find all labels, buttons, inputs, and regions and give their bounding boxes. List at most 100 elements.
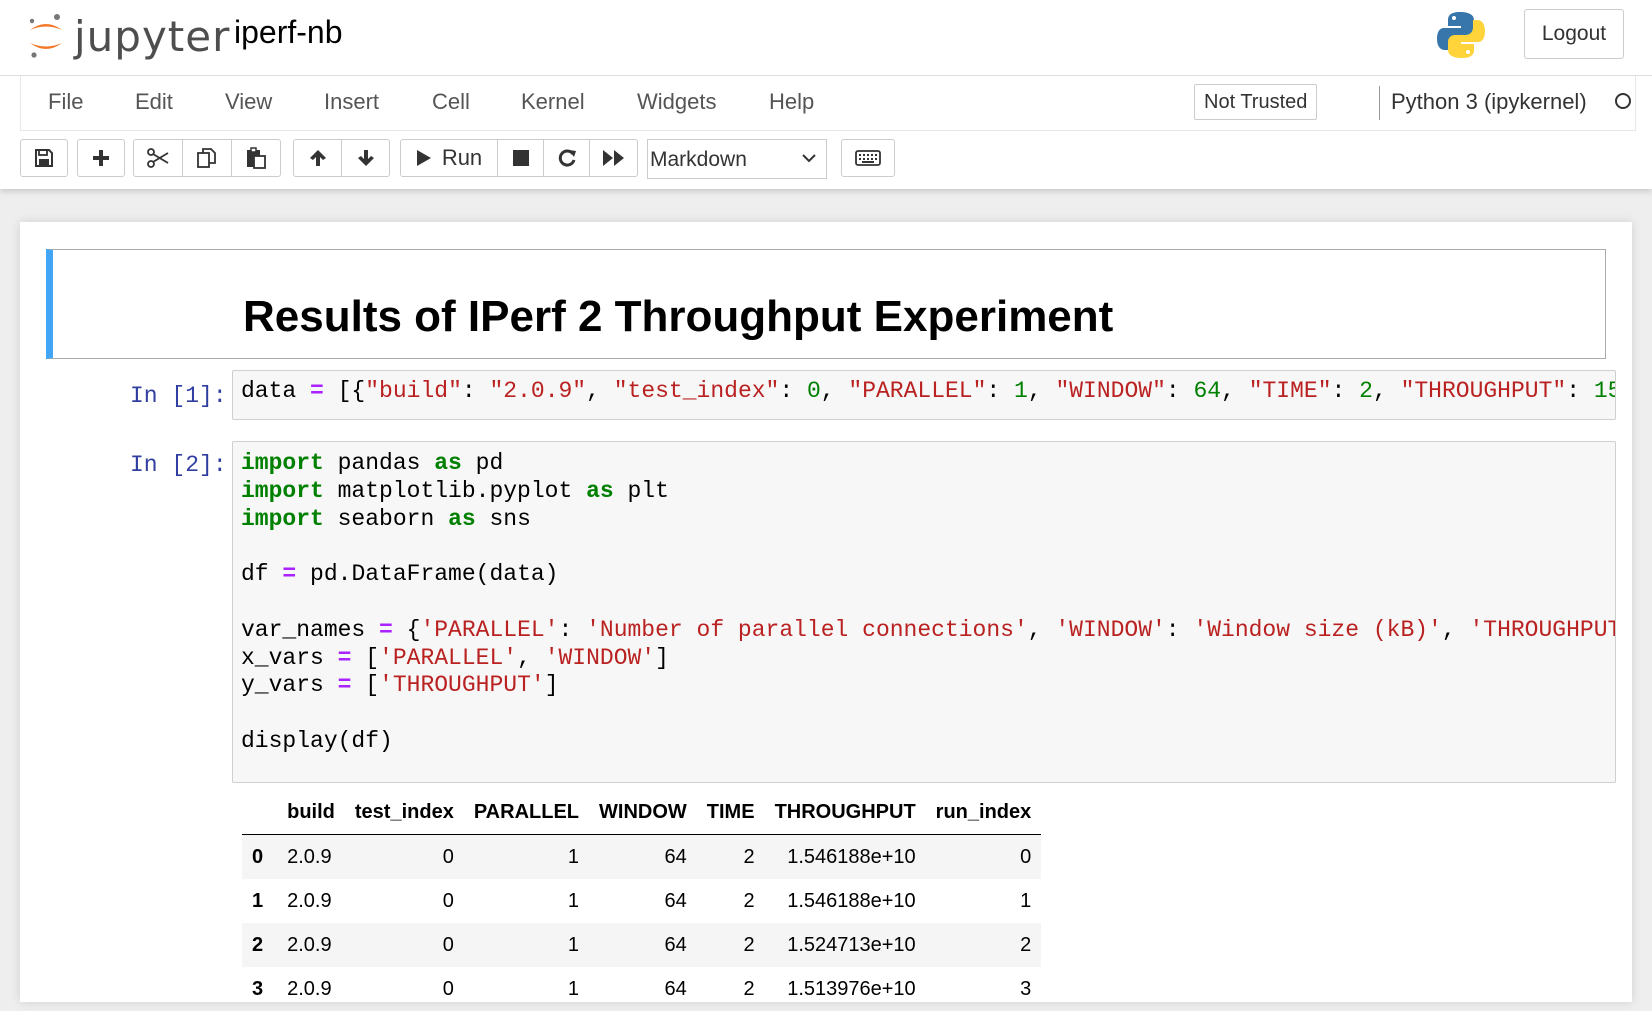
cell-1-code-input[interactable]: data = [{"build": "2.0.9", "test_index":…	[232, 370, 1616, 420]
code-token: :	[558, 617, 586, 643]
copy-button[interactable]	[182, 139, 232, 177]
move-down-button[interactable]	[341, 139, 390, 177]
table-column-header: PARALLEL	[464, 790, 589, 835]
kernel-idle-indicator-icon	[1615, 93, 1631, 109]
notebook-name[interactable]: iperf-nb	[234, 14, 343, 51]
code-token: :	[462, 378, 490, 404]
code-line: import seaborn as sns	[241, 506, 531, 532]
code-token: ,	[821, 378, 849, 404]
code-token: :	[986, 378, 1014, 404]
menu-edit[interactable]: Edit	[135, 89, 173, 115]
code-token: seaborn	[324, 506, 448, 532]
code-token: {	[393, 617, 421, 643]
markdown-cell[interactable]: Results of IPerf 2 Throughput Experiment	[46, 249, 1606, 359]
code-token: matplotlib.pyplot	[324, 478, 586, 504]
menu-help[interactable]: Help	[769, 89, 814, 115]
table-row-index: 3	[242, 967, 277, 1011]
trust-status-button[interactable]: Not Trusted	[1194, 84, 1317, 120]
interrupt-button[interactable]	[497, 139, 544, 177]
notebook-container: Results of IPerf 2 Throughput Experiment…	[20, 222, 1632, 1002]
cell-2-prompt: In [2]:	[130, 452, 227, 478]
code-token: 'PARALLEL'	[379, 645, 517, 671]
code-token: 'THROUGHPUT'	[379, 672, 545, 698]
table-column-header: WINDOW	[589, 790, 697, 835]
code-token: var_names	[241, 617, 379, 643]
table-column-header: build	[277, 790, 345, 835]
code-token: =	[379, 617, 393, 643]
table-row-index: 2	[242, 923, 277, 967]
table-cell: 1	[926, 879, 1042, 923]
table-row: 32.0.9016421.513976e+103	[242, 967, 1041, 1011]
code-token: [	[351, 672, 379, 698]
menu-kernel[interactable]: Kernel	[521, 89, 585, 115]
insert-cell-button[interactable]	[77, 139, 125, 177]
table-cell: 0	[345, 923, 464, 967]
arrow-down-icon	[356, 148, 376, 168]
jupyter-logo-text: jupyter	[74, 12, 230, 61]
code-token: :	[779, 378, 807, 404]
cut-button[interactable]	[133, 139, 183, 177]
table-row-index: 0	[242, 835, 277, 880]
table-cell: 1.513976e+10	[765, 967, 926, 1011]
table-row: 02.0.9016421.546188e+100	[242, 835, 1041, 880]
menu-file[interactable]: File	[48, 89, 83, 115]
run-group: Run	[400, 139, 638, 179]
code-token: 1	[1014, 378, 1028, 404]
chevron-down-icon	[802, 153, 816, 163]
table-cell: 1.546188e+10	[765, 879, 926, 923]
code-token: data	[241, 378, 310, 404]
code-token: pandas	[324, 450, 434, 476]
table-cell: 2.0.9	[277, 879, 345, 923]
restart-run-all-button[interactable]	[589, 139, 638, 177]
cut-icon	[147, 148, 169, 168]
menu-insert[interactable]: Insert	[324, 89, 379, 115]
restart-button[interactable]	[543, 139, 590, 177]
code-token: plt	[614, 478, 669, 504]
code-token: as	[448, 506, 476, 532]
run-button[interactable]: Run	[400, 139, 498, 177]
table-cell: 0	[345, 835, 464, 880]
move-up-button[interactable]	[293, 139, 342, 177]
cell-type-select[interactable]: Markdown	[647, 139, 827, 179]
code-token: 15461	[1594, 378, 1616, 404]
code-token: =	[282, 561, 296, 587]
paste-button[interactable]	[231, 139, 281, 177]
menu-cell[interactable]: Cell	[432, 89, 470, 115]
cell-2-code-input[interactable]: import pandas as pdimport matplotlib.pyp…	[232, 441, 1616, 783]
header: jupyter iperf-nb Logout File Edit View I…	[0, 0, 1652, 189]
code-token: 'THROUGHPUT'	[1469, 617, 1616, 643]
jupyter-logo-icon	[26, 10, 66, 60]
code-line: var_names = {'PARALLEL': 'Number of para…	[241, 617, 1616, 643]
menu-widgets[interactable]: Widgets	[637, 89, 716, 115]
code-token: ,	[1373, 378, 1401, 404]
table-cell: 64	[589, 967, 697, 1011]
code-token: 0	[807, 378, 821, 404]
edit-group	[133, 139, 281, 179]
code-token: [	[351, 645, 379, 671]
menu-view[interactable]: View	[225, 89, 272, 115]
table-index-header	[242, 790, 277, 835]
table-cell: 64	[589, 923, 697, 967]
kernel-name[interactable]: Python 3 (ipykernel)	[1391, 89, 1587, 115]
code-line: import pandas as pd	[241, 450, 503, 476]
cell-type-value: Markdown	[650, 148, 747, 171]
code-token: 'Number of parallel connections'	[586, 617, 1028, 643]
save-icon	[34, 148, 54, 168]
table-cell: 1	[464, 923, 589, 967]
menubar: File Edit View Insert Cell Kernel Widget…	[20, 76, 1636, 131]
run-icon	[416, 149, 432, 167]
command-palette-button[interactable]	[841, 139, 895, 177]
run-label: Run	[442, 145, 482, 171]
table-cell: 2.0.9	[277, 835, 345, 880]
code-token: sns	[476, 506, 531, 532]
palette-group	[841, 139, 895, 179]
code-token: "PARALLEL"	[848, 378, 986, 404]
code-line: y_vars = ['THROUGHPUT']	[241, 672, 559, 698]
save-button[interactable]	[20, 139, 68, 177]
table-cell: 2.0.9	[277, 967, 345, 1011]
code-token: ,	[1028, 617, 1056, 643]
table-cell: 1	[464, 835, 589, 880]
logout-button[interactable]: Logout	[1524, 9, 1624, 59]
code-token: ,	[1221, 378, 1249, 404]
code-token: ,	[586, 378, 614, 404]
